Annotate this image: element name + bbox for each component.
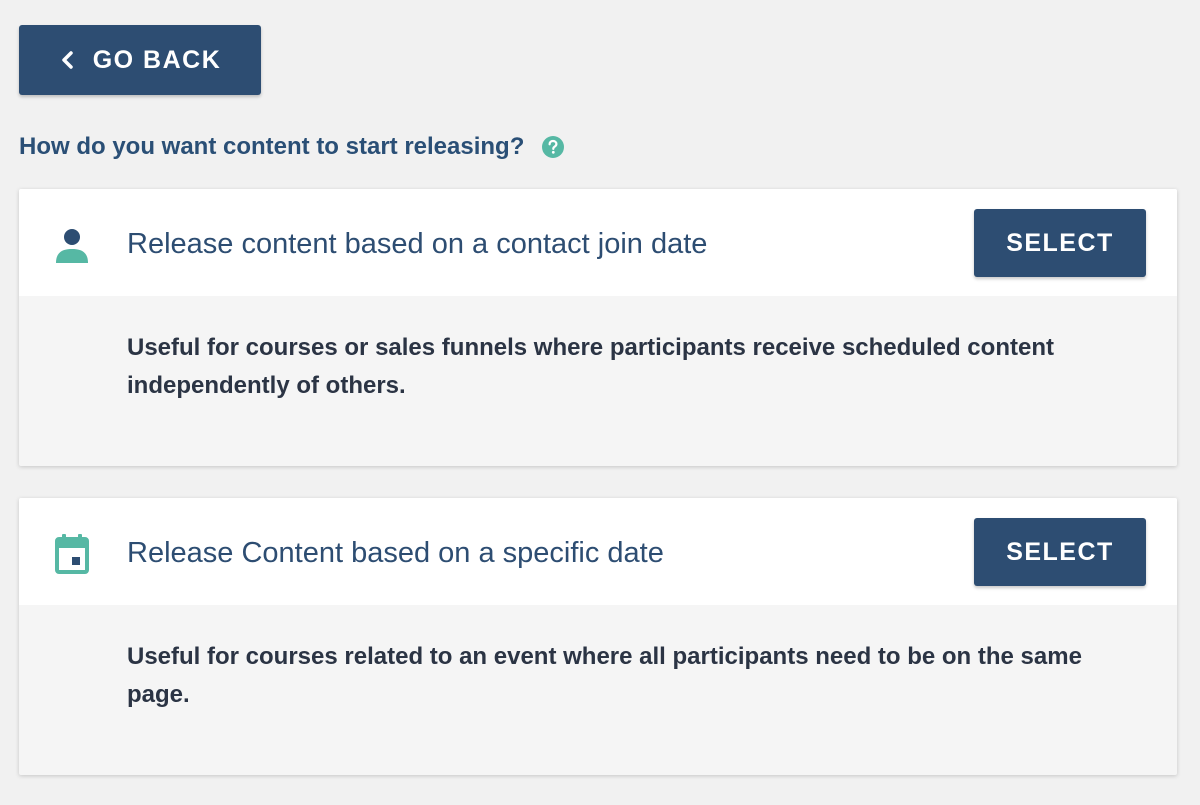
card-header: Release Content based on a specific date…	[19, 498, 1177, 605]
release-question: How do you want content to start releasi…	[19, 128, 565, 166]
question-text: How do you want content to start releasi…	[19, 133, 525, 160]
card-header: Release content based on a contact join …	[19, 189, 1177, 296]
person-icon	[52, 225, 92, 265]
help-circle-icon[interactable]	[542, 136, 565, 158]
card-title: Release content based on a contact join …	[127, 228, 708, 260]
release-option-card-specific-date: Release Content based on a specific date…	[19, 498, 1177, 775]
go-back-label: GO BACK	[92, 45, 222, 74]
card-description: Useful for courses or sales funnels wher…	[127, 334, 1054, 399]
select-specific-date-button[interactable]: SELECT	[974, 518, 1146, 586]
go-back-button[interactable]: GO BACK	[19, 25, 261, 95]
chevron-left-icon	[59, 51, 77, 69]
card-title: Release Content based on a specific date	[127, 537, 664, 569]
calendar-icon	[52, 534, 92, 574]
select-join-date-button[interactable]: SELECT	[974, 209, 1146, 277]
release-option-card-join-date: Release content based on a contact join …	[19, 189, 1177, 466]
card-description: Useful for courses related to an event w…	[127, 643, 1082, 708]
